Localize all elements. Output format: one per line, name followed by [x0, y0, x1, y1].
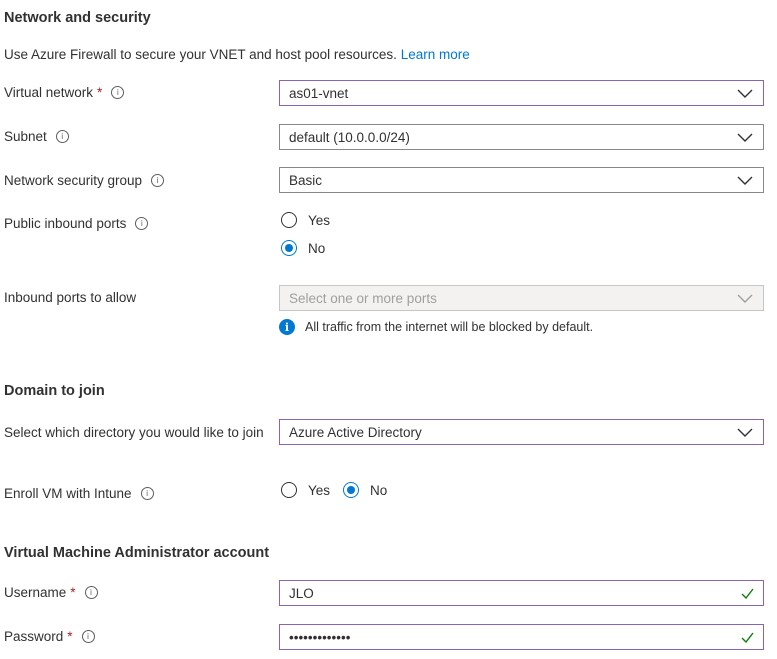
directory-label: Select which directory you would like to… — [4, 425, 264, 440]
inbound-ports-placeholder: Select one or more ports — [289, 290, 437, 306]
info-icon[interactable]: i — [81, 630, 95, 643]
info-icon[interactable]: i — [84, 586, 98, 599]
nsg-label-row: Network security group i — [4, 173, 165, 188]
password-value: ••••••••••••• — [289, 629, 351, 645]
info-icon[interactable]: i — [111, 86, 125, 99]
radio-button[interactable] — [281, 212, 297, 228]
subnet-label: Subnet — [4, 129, 47, 144]
chevron-down-icon — [737, 294, 753, 303]
radio-label: No — [308, 240, 326, 256]
nsg-select[interactable]: Basic — [279, 167, 764, 193]
username-input[interactable]: JLO — [279, 580, 764, 606]
inbound-ports-label-row: Inbound ports to allow — [4, 290, 136, 305]
public-ports-label-row: Public inbound ports i — [4, 216, 149, 231]
checkmark-icon — [741, 632, 754, 643]
required-marker: * — [70, 585, 76, 600]
chevron-down-icon — [737, 176, 753, 185]
section-title-network: Network and security — [4, 10, 151, 26]
password-label-row: Password * i — [4, 629, 95, 644]
required-marker: * — [67, 629, 73, 644]
radio-label: No — [370, 482, 388, 498]
virtual-network-label: Virtual network — [4, 85, 94, 100]
info-filled-icon: i — [279, 319, 295, 335]
checkmark-icon — [741, 588, 754, 599]
network-description-text: Use Azure Firewall to secure your VNET a… — [4, 47, 397, 62]
info-icon[interactable]: i — [135, 217, 149, 230]
chevron-down-icon — [737, 89, 753, 98]
virtual-network-value: as01-vnet — [289, 85, 349, 101]
info-message: i All traffic from the internet will be … — [279, 319, 593, 335]
intune-no-radio[interactable]: No — [343, 482, 387, 498]
radio-label: Yes — [308, 482, 331, 498]
intune-label-row: Enroll VM with Intune i — [4, 486, 154, 501]
chevron-down-icon — [737, 133, 753, 142]
subnet-value: default (10.0.0.0/24) — [289, 129, 410, 145]
required-marker: * — [97, 85, 103, 100]
network-description: Use Azure Firewall to secure your VNET a… — [4, 47, 470, 62]
public-ports-label: Public inbound ports — [4, 216, 127, 231]
username-value: JLO — [289, 585, 314, 601]
radio-button-selected[interactable] — [281, 240, 297, 256]
inbound-ports-label: Inbound ports to allow — [4, 290, 137, 305]
public-ports-no-radio[interactable]: No — [281, 240, 325, 256]
virtual-network-label-row: Virtual network * i — [4, 85, 125, 100]
username-label-row: Username * i — [4, 585, 98, 600]
directory-value: Azure Active Directory — [289, 424, 422, 440]
directory-select[interactable]: Azure Active Directory — [279, 419, 764, 445]
subnet-select[interactable]: default (10.0.0.0/24) — [279, 124, 764, 150]
learn-more-link[interactable]: Learn more — [401, 47, 470, 62]
info-message-text: All traffic from the internet will be bl… — [305, 320, 594, 334]
virtual-network-select[interactable]: as01-vnet — [279, 80, 764, 106]
username-label: Username — [4, 585, 67, 600]
info-icon[interactable]: i — [55, 130, 69, 143]
radio-button-selected[interactable] — [343, 482, 359, 498]
intune-yes-radio[interactable]: Yes — [281, 482, 330, 498]
password-label: Password — [4, 629, 64, 644]
public-ports-yes-radio[interactable]: Yes — [281, 212, 330, 228]
radio-label: Yes — [308, 212, 331, 228]
nsg-value: Basic — [289, 172, 323, 188]
info-icon[interactable]: i — [140, 487, 154, 500]
chevron-down-icon — [737, 428, 753, 437]
password-input[interactable]: ••••••••••••• — [279, 624, 764, 650]
intune-label: Enroll VM with Intune — [4, 486, 132, 501]
section-title-domain: Domain to join — [4, 383, 105, 399]
radio-button[interactable] — [281, 482, 297, 498]
inbound-ports-select: Select one or more ports — [279, 285, 764, 311]
nsg-label: Network security group — [4, 173, 143, 188]
section-title-admin: Virtual Machine Administrator account — [4, 545, 270, 561]
info-icon[interactable]: i — [151, 174, 165, 187]
subnet-label-row: Subnet i — [4, 129, 69, 144]
